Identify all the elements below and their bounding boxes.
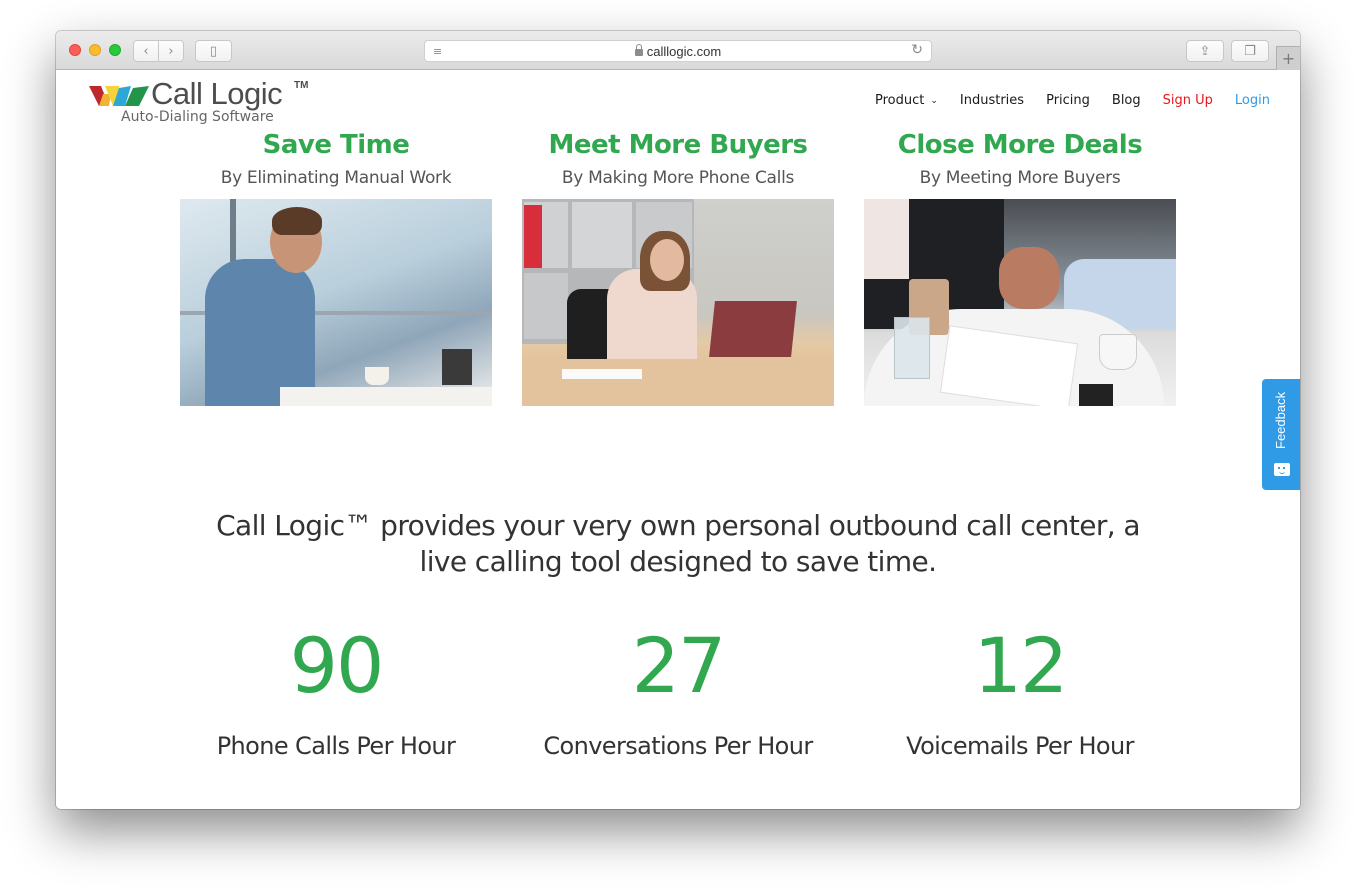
feature-close-deals: Close More Deals By Meeting More Buyers [864, 128, 1176, 406]
back-button[interactable]: ‹ [133, 40, 159, 62]
nav-industries[interactable]: Industries [960, 93, 1024, 108]
sidebar-icon: ▯ [209, 43, 218, 59]
feature-image [180, 199, 492, 406]
zoom-window-icon[interactable] [109, 44, 121, 56]
url-text[interactable]: calllogic.com [647, 44, 721, 59]
feature-title: Close More Deals [897, 130, 1143, 160]
stat-value: 90 [289, 621, 385, 710]
intro-line-2: live calling tool designed to save time. [419, 545, 937, 578]
lock-icon [634, 43, 643, 56]
tabs-icon: ❐ [1244, 43, 1256, 59]
browser-toolbar: ‹ › ▯ ≡ calllogic.com ↻ ⇪ ❐ + [56, 31, 1300, 70]
chevron-left-icon: ‹ [143, 43, 149, 59]
close-window-icon[interactable] [69, 44, 81, 56]
main-nav: Product ⌄ Industries Pricing Blog Sign U… [853, 93, 1270, 108]
sidebar-button[interactable]: ▯ [195, 40, 232, 62]
forward-button[interactable]: › [158, 40, 184, 62]
share-icon: ⇪ [1199, 43, 1211, 59]
intro-text: Call Logic™ provides your very own perso… [56, 508, 1300, 580]
feedback-tab[interactable]: Feedback [1262, 379, 1300, 490]
feature-subtitle: By Meeting More Buyers [919, 168, 1121, 188]
stat-phone-calls: 90 Phone Calls Per Hour [180, 620, 492, 760]
logo-trademark: TM [294, 80, 309, 91]
chat-smiley-icon [1274, 463, 1290, 476]
nav-blog[interactable]: Blog [1112, 93, 1141, 108]
feature-save-time: Save Time By Eliminating Manual Work [180, 128, 492, 406]
stat-voicemails: 12 Voicemails Per Hour [864, 620, 1176, 760]
new-tab-button[interactable]: + [1276, 46, 1300, 70]
feature-title: Save Time [262, 130, 410, 160]
browser-window: ‹ › ▯ ≡ calllogic.com ↻ ⇪ ❐ + Call Logic… [56, 31, 1300, 809]
intro-line-1: Call Logic™ provides your very own perso… [216, 509, 1140, 542]
logo-name: Call Logic [151, 76, 283, 111]
share-button[interactable]: ⇪ [1186, 40, 1224, 62]
minimize-window-icon[interactable] [89, 44, 101, 56]
stat-label: Conversations Per Hour [543, 732, 813, 760]
feedback-label: Feedback [1273, 391, 1288, 449]
stat-value: 27 [631, 621, 727, 710]
nav-pricing[interactable]: Pricing [1046, 93, 1090, 108]
nav-product[interactable]: Product ⌄ [875, 93, 938, 108]
address-bar[interactable]: ≡ calllogic.com ↻ [424, 40, 932, 62]
feature-image [522, 199, 834, 406]
page-content: Call Logic TM Auto-Dialing Software Prod… [56, 70, 1300, 809]
stat-label: Voicemails Per Hour [906, 732, 1134, 760]
logo-tagline: Auto-Dialing Software [121, 109, 274, 125]
logo[interactable]: Call Logic TM Auto-Dialing Software [89, 76, 309, 128]
stat-label: Phone Calls Per Hour [216, 732, 456, 760]
feature-subtitle: By Making More Phone Calls [561, 168, 795, 188]
nav-login[interactable]: Login [1235, 93, 1270, 108]
logo-mark-icon [89, 86, 149, 106]
feature-title: Meet More Buyers [548, 130, 808, 160]
stat-value: 12 [973, 621, 1069, 710]
feature-meet-buyers: Meet More Buyers By Making More Phone Ca… [522, 128, 834, 406]
chevron-right-icon: › [168, 43, 174, 59]
plus-icon: + [1281, 49, 1296, 68]
stat-conversations: 27 Conversations Per Hour [522, 620, 834, 760]
chevron-down-icon: ⌄ [930, 95, 938, 106]
reader-icon[interactable]: ≡ [433, 45, 442, 58]
reload-icon[interactable]: ↻ [911, 42, 923, 58]
nav-sign-up[interactable]: Sign Up [1163, 93, 1213, 108]
nav-product-label: Product [875, 93, 925, 108]
show-tabs-button[interactable]: ❐ [1231, 40, 1269, 62]
feature-subtitle: By Eliminating Manual Work [220, 168, 452, 188]
feature-image [864, 199, 1176, 406]
